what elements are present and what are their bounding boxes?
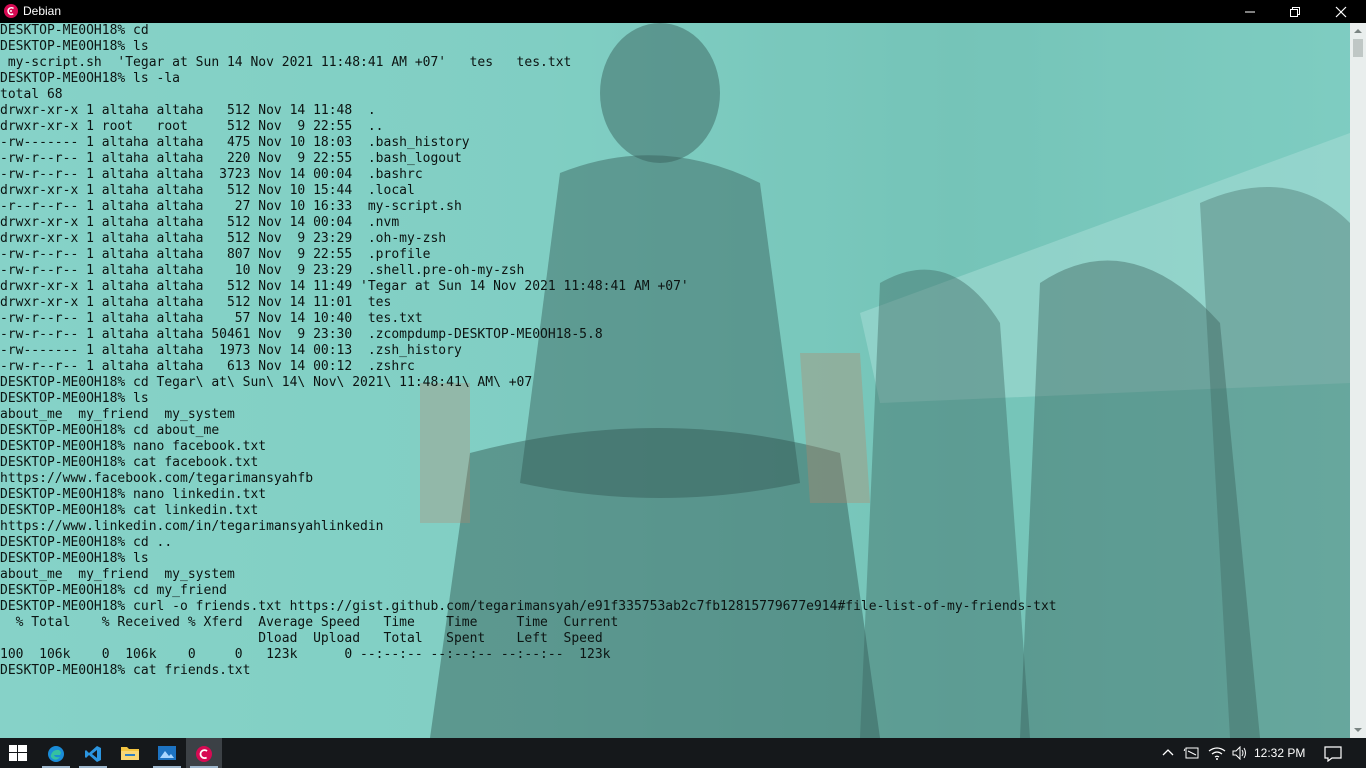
- terminal-line: -rw-r--r-- 1 altaha altaha 3723 Nov 14 0…: [0, 167, 423, 182]
- terminal-line: DESKTOP-ME0OH18% cd ..: [0, 535, 173, 550]
- terminal-line: -rw-r--r-- 1 altaha altaha 807 Nov 9 22:…: [0, 247, 431, 262]
- show-hidden-icons-button[interactable]: [1158, 738, 1178, 768]
- terminal-line: DESKTOP-ME0OH18% ls: [0, 551, 149, 566]
- terminal-line: DESKTOP-ME0OH18% cd Tegar\ at\ Sun\ 14\ …: [0, 375, 533, 390]
- terminal-line: DESKTOP-ME0OH18% cd my_friend: [0, 583, 227, 598]
- terminal-line: -rw------- 1 altaha altaha 1973 Nov 14 0…: [0, 343, 462, 358]
- scroll-down-button[interactable]: [1350, 722, 1366, 738]
- taskbar-clock[interactable]: 12:32 PM: [1254, 746, 1305, 760]
- window-title: Debian: [23, 4, 62, 18]
- input-language-button[interactable]: ʻ: [1181, 738, 1203, 768]
- network-button[interactable]: [1206, 738, 1228, 768]
- terminal-scrollbar[interactable]: [1350, 23, 1366, 738]
- terminal-line: -r--r--r-- 1 altaha altaha 27 Nov 10 16:…: [0, 199, 462, 214]
- terminal-window[interactable]: DESKTOP-ME0OH18% cd DESKTOP-ME0OH18% ls …: [0, 23, 1366, 738]
- terminal-line: about_me my_friend my_system: [0, 407, 235, 422]
- vscode-icon: [85, 746, 101, 762]
- terminal-line: DESKTOP-ME0OH18% nano linkedin.txt: [0, 487, 267, 502]
- terminal-output: DESKTOP-ME0OH18% cd DESKTOP-ME0OH18% ls …: [0, 23, 1348, 679]
- terminal-line: https://www.facebook.com/tegarimansyahfb: [0, 471, 314, 486]
- terminal-line: DESKTOP-ME0OH18% ls -la: [0, 71, 181, 86]
- input-language-icon: ʻ: [1183, 747, 1199, 759]
- photos-icon: [158, 746, 176, 760]
- edge-icon: [48, 746, 64, 762]
- restore-icon: [1290, 7, 1300, 17]
- terminal-line: drwxr-xr-x 1 altaha altaha 512 Nov 14 11…: [0, 103, 376, 118]
- terminal-line: drwxr-xr-x 1 root root 512 Nov 9 22:55 .…: [0, 119, 384, 134]
- terminal-line: https://www.linkedin.com/in/tegarimansya…: [0, 519, 384, 534]
- terminal-line: total 68: [0, 87, 63, 102]
- debian-icon: [196, 746, 212, 762]
- window-titlebar[interactable]: Debian: [0, 0, 1366, 23]
- volume-icon: [1232, 746, 1246, 760]
- minimize-button[interactable]: [1227, 0, 1273, 23]
- terminal-line: about_me my_friend my_system: [0, 567, 235, 582]
- terminal-line: my-script.sh 'Tegar at Sun 14 Nov 2021 1…: [0, 55, 572, 70]
- file-explorer-icon: [121, 747, 139, 760]
- action-center-button[interactable]: [1318, 738, 1348, 768]
- terminal-line: -rw-r--r-- 1 altaha altaha 613 Nov 14 00…: [0, 359, 415, 374]
- terminal-line: DESKTOP-ME0OH18% cd: [0, 23, 149, 38]
- scroll-down-arrow-icon: [1354, 728, 1362, 732]
- terminal-line: DESKTOP-ME0OH18% cat friends.txt: [0, 663, 251, 678]
- terminal-line: DESKTOP-ME0OH18% cat facebook.txt: [0, 455, 259, 470]
- start-icon: [9, 745, 27, 761]
- terminal-line: drwxr-xr-x 1 altaha altaha 512 Nov 10 15…: [0, 183, 415, 198]
- taskbar-debian[interactable]: [186, 738, 222, 768]
- terminal-line: -rw-r--r-- 1 altaha altaha 57 Nov 14 10:…: [0, 311, 423, 326]
- terminal-line: -rw-r--r-- 1 altaha altaha 50461 Nov 9 2…: [0, 327, 603, 342]
- terminal-line: 100 106k 0 106k 0 0 123k 0 --:--:-- --:-…: [0, 647, 611, 662]
- terminal-line: DESKTOP-ME0OH18% curl -o friends.txt htt…: [0, 599, 1057, 614]
- terminal-line: drwxr-xr-x 1 altaha altaha 512 Nov 14 11…: [0, 295, 392, 310]
- taskbar-file-explorer[interactable]: [112, 738, 148, 768]
- terminal-line: Dload Upload Total Spent Left Speed: [0, 631, 603, 646]
- minimize-icon: [1245, 11, 1255, 13]
- terminal-line: % Total % Received % Xferd Average Speed…: [0, 615, 619, 630]
- close-icon: [1335, 6, 1347, 18]
- terminal-line: DESKTOP-ME0OH18% cd about_me: [0, 423, 220, 438]
- terminal-line: -rw------- 1 altaha altaha 475 Nov 10 18…: [0, 135, 470, 150]
- terminal-line: -rw-r--r-- 1 altaha altaha 220 Nov 9 22:…: [0, 151, 462, 166]
- taskbar-edge[interactable]: [38, 738, 74, 768]
- action-center-icon: [1324, 746, 1342, 762]
- close-button[interactable]: [1318, 0, 1364, 23]
- terminal-line: DESKTOP-ME0OH18% ls: [0, 391, 149, 406]
- start-button[interactable]: [0, 738, 36, 768]
- taskbar: ʻ 12:32 PM: [0, 738, 1366, 768]
- scroll-up-arrow-icon: [1354, 29, 1362, 33]
- terminal-line: DESKTOP-ME0OH18% ls: [0, 39, 149, 54]
- terminal-line: DESKTOP-ME0OH18% nano facebook.txt: [0, 439, 267, 454]
- terminal-line: -rw-r--r-- 1 altaha altaha 10 Nov 9 23:2…: [0, 263, 525, 278]
- terminal-line: drwxr-xr-x 1 altaha altaha 512 Nov 14 11…: [0, 279, 689, 294]
- terminal-line: drwxr-xr-x 1 altaha altaha 512 Nov 14 00…: [0, 215, 400, 230]
- scroll-thumb[interactable]: [1353, 39, 1363, 57]
- terminal-line: DESKTOP-ME0OH18% cat linkedin.txt: [0, 503, 259, 518]
- scroll-up-button[interactable]: [1350, 23, 1366, 39]
- debian-logo-icon: [4, 4, 18, 18]
- taskbar-vscode[interactable]: [75, 738, 111, 768]
- terminal-line: drwxr-xr-x 1 altaha altaha 512 Nov 9 23:…: [0, 231, 447, 246]
- taskbar-photos[interactable]: [149, 738, 185, 768]
- wifi-icon: [1208, 747, 1226, 760]
- restore-button[interactable]: [1272, 0, 1318, 23]
- volume-button[interactable]: [1229, 738, 1251, 768]
- chevron-up-icon: [1162, 749, 1174, 756]
